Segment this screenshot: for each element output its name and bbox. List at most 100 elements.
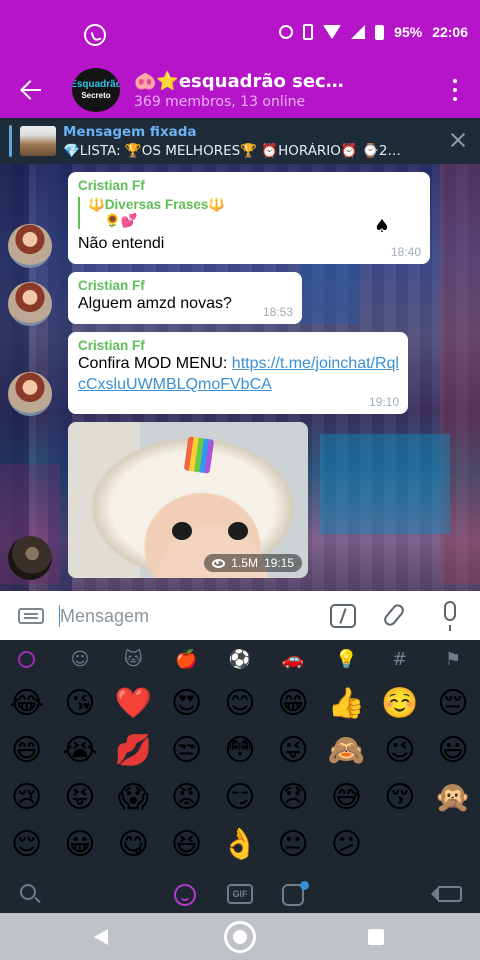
message-time: 19:15 xyxy=(263,556,294,570)
emoji-item[interactable]: 👌 xyxy=(213,821,266,868)
emoji-item[interactable]: 😒 xyxy=(160,727,213,774)
emoji-item[interactable]: 😉 xyxy=(373,727,426,774)
photo-meta: 1.5M 19:15 xyxy=(204,554,302,572)
group-avatar[interactable]: Esquadrão Secreto xyxy=(72,68,120,112)
emoji-item[interactable]: 😚 xyxy=(373,774,426,821)
battery-icon xyxy=(375,24,385,40)
emoji-tab-food-icon[interactable]: 🍎 xyxy=(160,640,213,678)
emoji-item[interactable]: ☺️ xyxy=(373,680,426,727)
back-arrow-icon[interactable] xyxy=(20,78,44,102)
emoji-item[interactable]: 😡 xyxy=(160,774,213,821)
emoji-item[interactable]: 😁 xyxy=(266,680,319,727)
emoji-item[interactable]: 😐 xyxy=(266,821,319,868)
emoji-tab-smileys-icon[interactable]: ☺ xyxy=(53,640,106,678)
microphone-icon[interactable] xyxy=(444,601,456,631)
message-bubble[interactable]: Cristian Ff Confira MOD MENU: https://t.… xyxy=(68,332,408,414)
message-input[interactable] xyxy=(60,603,310,629)
clock: 22:06 xyxy=(432,24,468,40)
message-sender: Cristian Ff xyxy=(78,178,145,193)
emoji-tab-flags-icon[interactable]: ⚑ xyxy=(426,640,479,678)
whatsapp-notification-icon xyxy=(84,24,106,46)
backspace-icon[interactable] xyxy=(431,886,462,902)
message-bubble[interactable]: Cristian Ff 🔱Diversas Frases🔱 🌻💕 ♠ Não e… xyxy=(68,172,430,264)
message-time: 18:53 xyxy=(262,305,293,319)
emoji-item[interactable]: 😳 xyxy=(213,727,266,774)
pinned-thumbnail xyxy=(20,126,56,156)
emoji-item[interactable]: 😄 xyxy=(0,727,53,774)
emoji-tab-objects-icon[interactable]: 💡 xyxy=(320,640,373,678)
message-bubble[interactable]: Cristian Ff Alguem amzd novas? 18:53 xyxy=(68,272,302,324)
emoji-item[interactable]: 😅 xyxy=(320,774,373,821)
keyboard-icon[interactable] xyxy=(18,608,44,624)
emoji-item[interactable]: 😌 xyxy=(0,821,53,868)
emoji-item[interactable]: 😔 xyxy=(426,680,479,727)
sticker-badge xyxy=(300,881,309,890)
gif-tab-icon[interactable]: GIF xyxy=(227,884,253,904)
emoji-item[interactable]: 😃 xyxy=(426,727,479,774)
message-text: Alguem amzd novas? xyxy=(78,295,232,312)
emoji-item[interactable]: 😘 xyxy=(53,680,106,727)
message-sender: Cristian Ff xyxy=(78,338,145,353)
avatar[interactable] xyxy=(8,536,52,580)
emoji-item[interactable]: 😢 xyxy=(0,774,53,821)
emoji-tab-icon[interactable] xyxy=(174,884,196,906)
message-text: Confira MOD MENU: xyxy=(78,355,232,372)
emoji-item[interactable]: 💋 xyxy=(107,727,160,774)
clock-icon xyxy=(18,650,36,668)
emoji-item[interactable]: 😱 xyxy=(107,774,160,821)
emoji-item[interactable]: 😆 xyxy=(160,821,213,868)
alarm-icon xyxy=(279,25,294,39)
emoji-item[interactable]: 😕 xyxy=(320,821,373,868)
emoji-tab-recent-icon[interactable] xyxy=(0,640,53,678)
chat-member-count: 369 membros, 13 online xyxy=(134,94,306,110)
emoji-grid: 😂 😘 ❤️ 😍 😊 😁 👍 ☺️ 😔 😄 😭 💋 😒 😳 😜 🙈 😉 😃 😢 😝 😱 😡 😏 😞 😅 😚 🙊 😌 😀 😋 😆 👌 😐 😕 xyxy=(0,680,480,875)
wifi-icon xyxy=(323,25,342,39)
emoji-item[interactable]: 😍 xyxy=(160,680,213,727)
emoji-bottom-bar: GIF xyxy=(0,875,480,913)
search-icon[interactable] xyxy=(20,884,36,900)
reply-quote[interactable]: 🔱Diversas Frases🔱 🌻💕 xyxy=(78,197,420,229)
pinned-indicator xyxy=(9,125,12,157)
wallpaper-shape xyxy=(320,434,450,534)
more-options-icon[interactable] xyxy=(452,79,458,101)
emoji-item[interactable]: 😋 xyxy=(107,821,160,868)
avatar[interactable] xyxy=(8,372,52,416)
nav-back-icon[interactable] xyxy=(94,929,108,945)
photo-message[interactable]: 1.5M 19:15 xyxy=(68,422,308,578)
close-icon[interactable] xyxy=(450,132,466,148)
emoji-item[interactable]: 🙈 xyxy=(320,727,373,774)
emoji-item[interactable]: 👍 xyxy=(320,680,373,727)
photo-detail xyxy=(172,522,192,540)
nav-home-icon[interactable] xyxy=(224,921,256,953)
emoji-item[interactable]: 😏 xyxy=(213,774,266,821)
attach-icon[interactable] xyxy=(381,601,407,629)
avatar-text-2: Secreto xyxy=(81,91,111,100)
emoji-tab-travel-icon[interactable]: 🚗 xyxy=(266,640,319,678)
views-count: 1.5M xyxy=(231,556,258,570)
avatar[interactable] xyxy=(8,282,52,326)
emoji-item[interactable]: 😭 xyxy=(53,727,106,774)
message-list[interactable]: Cristian Ff 🔱Diversas Frases🔱 🌻💕 ♠ Não e… xyxy=(0,164,480,591)
avatar[interactable] xyxy=(8,224,52,268)
emoji-item[interactable]: 😝 xyxy=(53,774,106,821)
chat-title[interactable]: 🐽⭐esquadrão sec… xyxy=(134,71,344,92)
emoji-tab-animals-icon[interactable]: 🐱 xyxy=(107,640,160,678)
bot-command-icon[interactable] xyxy=(330,604,356,628)
avatar-text-1: Esquadrão xyxy=(72,79,120,90)
emoji-tab-sports-icon[interactable]: ⚽ xyxy=(213,640,266,678)
emoji-tab-symbols-icon[interactable]: # xyxy=(373,640,426,678)
emoji-item[interactable]: 😀 xyxy=(53,821,106,868)
reply-text: 🌻💕 xyxy=(104,213,138,229)
system-nav-bar xyxy=(0,913,480,960)
status-bar: 95% 22:06 xyxy=(0,0,480,62)
emoji-item[interactable]: 😞 xyxy=(266,774,319,821)
emoji-item[interactable]: ❤️ xyxy=(107,680,160,727)
spade-icon: ♠ xyxy=(373,216,390,237)
status-icons: 95% 22:06 xyxy=(279,24,468,40)
nav-recents-icon[interactable] xyxy=(368,929,384,945)
pinned-message-bar[interactable]: Mensagem fixada 💎LISTA: 🏆OS MELHORES🏆 ⏰H… xyxy=(0,118,480,164)
emoji-item[interactable]: 🙊 xyxy=(426,774,479,821)
emoji-item[interactable]: 😂 xyxy=(0,680,53,727)
emoji-item[interactable]: 😊 xyxy=(213,680,266,727)
emoji-item[interactable]: 😜 xyxy=(266,727,319,774)
